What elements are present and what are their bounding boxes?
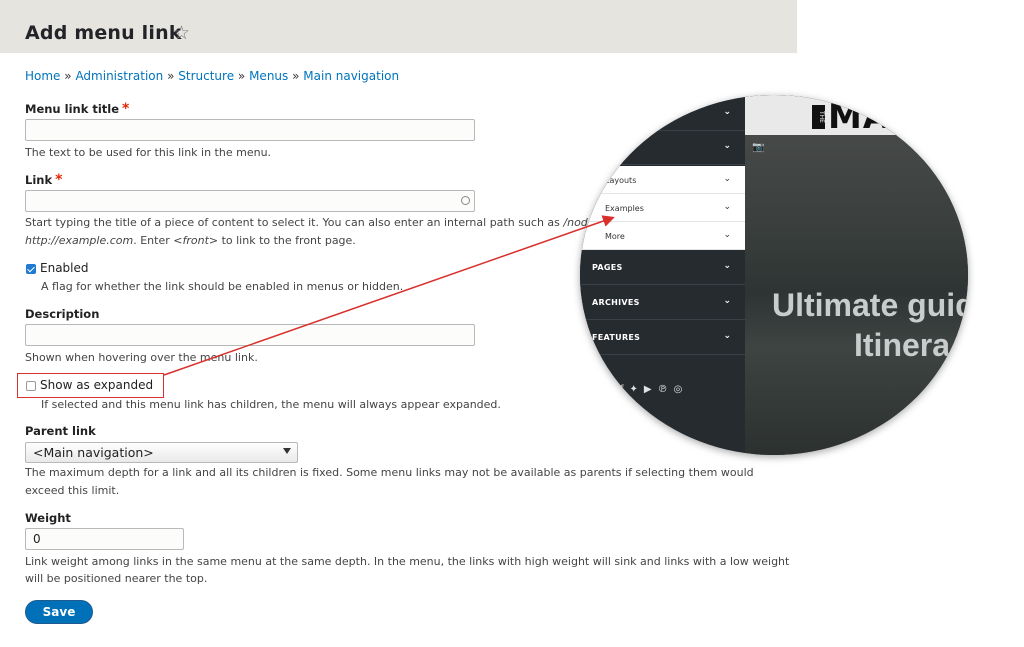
chevron-down-icon: ⌄	[723, 141, 731, 151]
link-description-line2: http://example.com. Enter <front> to lin…	[25, 232, 356, 250]
preview-hero-image	[745, 95, 968, 455]
chevron-down-icon: ⌄	[723, 331, 731, 341]
description-input[interactable]	[25, 324, 475, 346]
preview-logo: MA	[828, 97, 891, 137]
show-as-expanded-description: If selected and this menu link has child…	[41, 398, 501, 411]
parent-link-selected-value: <Main navigation>	[33, 445, 154, 460]
save-button[interactable]: Save	[25, 600, 93, 624]
preview-menu: ⌄ ⌄ Layouts ⌄ Examples ⌄ More ⌄ PAGES ⌄ …	[580, 95, 745, 455]
preview-submenu-label: Examples	[605, 204, 644, 213]
facebook-icon: f	[620, 384, 630, 395]
chevron-down-icon: ⌄	[723, 107, 731, 117]
breadcrumb-structure[interactable]: Structure	[178, 69, 234, 83]
chevron-down-icon: ⌄	[723, 230, 731, 240]
preview-menu-features: FEATURES ⌄	[580, 321, 745, 355]
page-header: Add menu link ☆	[0, 0, 797, 53]
weight-input[interactable]: 0	[25, 528, 184, 550]
page-title: Add menu link	[25, 22, 182, 44]
menu-link-title-input[interactable]	[25, 119, 475, 141]
link-description-text: . Enter	[133, 234, 174, 247]
breadcrumb-administration[interactable]: Administration	[75, 69, 163, 83]
breadcrumb-separator: »	[64, 69, 72, 83]
star-icon[interactable]: ☆	[173, 24, 190, 43]
link-description-url-example: http://example.com	[25, 234, 134, 247]
breadcrumb: Home » Administration » Structure » Menu…	[25, 69, 399, 83]
preview-menu-row-label: ARCHIVES	[592, 298, 640, 307]
instagram-icon: ◎	[673, 384, 689, 395]
breadcrumb-separator: »	[292, 69, 300, 83]
chevron-down-icon: ⌄	[723, 261, 731, 271]
link-label: Link *	[25, 172, 62, 188]
weight-description-line1: Link weight among links in the same menu…	[25, 555, 790, 568]
link-description-front-example: <front>	[173, 234, 219, 247]
youtube-icon: ▶	[643, 384, 658, 395]
magnified-preview: THE MA 📷 Ultimate guid Itinera ⌄ ⌄ Layou…	[580, 95, 968, 455]
link-description-text: Start typing the title of a piece of con…	[25, 216, 564, 229]
highlight-box	[17, 373, 164, 398]
autocomplete-throbber-icon	[461, 196, 470, 205]
breadcrumb-separator: »	[237, 69, 246, 83]
description-label: Description	[25, 307, 100, 321]
camera-icon: 📷	[752, 142, 765, 153]
menu-link-title-label-text: Menu link title	[25, 102, 120, 116]
preview-logo-badge: THE	[812, 105, 825, 129]
preview-menu-row: ⌄	[580, 97, 745, 131]
chevron-down-icon: ⌄	[723, 202, 731, 212]
social-icons: f✦▶℗◎	[620, 384, 688, 395]
link-input[interactable]	[25, 190, 475, 212]
preview-submenu-label: Layouts	[605, 176, 637, 185]
enabled-checkbox[interactable]	[26, 264, 36, 274]
preview-submenu-layouts: Layouts ⌄	[580, 166, 745, 194]
dropdown-arrow-icon	[283, 448, 291, 454]
preview-menu-row-label: FEATURES	[592, 333, 641, 342]
menu-link-title-description: The text to be used for this link in the…	[25, 146, 272, 159]
enabled-label[interactable]: Enabled	[40, 261, 89, 275]
required-mark: *	[122, 101, 130, 117]
link-label-text: Link	[25, 173, 53, 187]
pinterest-icon: ℗	[657, 384, 674, 395]
weight-label: Weight	[25, 511, 71, 525]
parent-link-description-line1: The maximum depth for a link and all its…	[25, 466, 754, 479]
preview-submenu-label: More	[605, 232, 625, 241]
preview-menu-pages: PAGES ⌄	[580, 251, 745, 285]
description-field-description: Shown when hovering over the menu link.	[25, 351, 258, 364]
twitter-icon: ✦	[629, 384, 644, 395]
breadcrumb-main-navigation[interactable]: Main navigation	[303, 69, 399, 83]
weight-description-line2: will be positioned nearer the top.	[25, 572, 208, 585]
preview-menu-row-label: PAGES	[592, 263, 623, 272]
preview-submenu-more: More ⌄	[580, 222, 745, 250]
parent-link-description-line2: exceed this limit.	[25, 484, 120, 497]
preview-hero-title-line2: Itinera	[854, 327, 951, 363]
preview-submenu-examples: Examples ⌄	[580, 194, 745, 222]
link-description-line1: Start typing the title of a piece of con…	[25, 214, 605, 232]
menu-link-title-label: Menu link title *	[25, 101, 129, 117]
preview-menu-archives: ARCHIVES ⌄	[580, 286, 745, 320]
breadcrumb-home[interactable]: Home	[25, 69, 60, 83]
chevron-down-icon: ⌄	[723, 296, 731, 306]
enabled-description: A flag for whether the link should be en…	[41, 280, 404, 293]
breadcrumb-separator: »	[167, 69, 175, 83]
parent-link-select[interactable]: <Main navigation>	[25, 442, 298, 463]
link-description-text: to link to the front page.	[218, 234, 356, 247]
chevron-down-icon: ⌄	[723, 174, 731, 184]
parent-link-label: Parent link	[25, 424, 96, 438]
breadcrumb-menus[interactable]: Menus	[249, 69, 288, 83]
required-mark: *	[55, 172, 63, 188]
preview-menu-row: ⌄	[580, 131, 745, 165]
preview-hero-title-line1: Ultimate guid	[772, 287, 968, 323]
